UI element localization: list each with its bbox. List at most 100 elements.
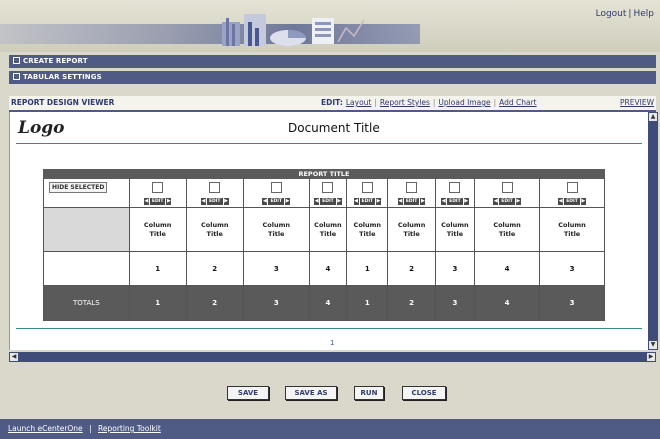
column-total: 2 (388, 285, 435, 320)
move-left-icon[interactable]: ◀ (143, 197, 149, 205)
column-edit-button[interactable]: EDIT (359, 197, 376, 205)
column-edit-cell: ◀ EDIT ▶ (435, 195, 475, 207)
move-right-icon[interactable]: ▶ (336, 197, 342, 205)
column-edit-cell: ◀ EDIT ▶ (243, 195, 309, 207)
column-select-checkbox[interactable] (270, 181, 282, 193)
move-left-icon[interactable]: ◀ (558, 197, 564, 205)
move-left-icon[interactable]: ◀ (353, 197, 359, 205)
scroll-right-arrow-icon[interactable]: ▶ (647, 353, 655, 361)
move-right-icon[interactable]: ▶ (580, 197, 586, 205)
report-column: ◀ EDIT ▶ Column Title 2 2 (185, 179, 243, 320)
save-as-button[interactable]: SAVE AS (285, 386, 337, 400)
column-select-cell (475, 179, 540, 195)
move-left-icon[interactable]: ◀ (314, 197, 320, 205)
report-column: ◀ EDIT ▶ Column Title 3 3 (434, 179, 475, 320)
move-left-icon[interactable]: ◀ (397, 197, 403, 205)
column-edit-button[interactable]: EDIT (268, 197, 285, 205)
move-right-icon[interactable]: ▶ (420, 197, 426, 205)
column-edit-button[interactable]: EDIT (499, 197, 515, 205)
column-title-line2: Title (268, 229, 285, 238)
scroll-down-arrow-icon[interactable]: ▼ (649, 341, 657, 349)
column-total: 4 (309, 285, 347, 320)
column-select-checkbox[interactable] (209, 181, 221, 193)
report-styles-link[interactable]: Report Styles (380, 98, 430, 107)
move-left-icon[interactable]: ◀ (493, 197, 499, 205)
report-column: ◀ EDIT ▶ Column Title 3 3 (242, 179, 309, 320)
column-title[interactable]: Column Title (435, 207, 475, 251)
column-title[interactable]: Column Title (186, 207, 243, 251)
page-number: 1 (330, 339, 335, 347)
close-button[interactable]: CLOSE (402, 386, 446, 400)
column-select-checkbox[interactable] (322, 181, 334, 193)
column-title-line1: Column (493, 220, 521, 229)
layout-link[interactable]: Layout (346, 98, 372, 107)
move-right-icon[interactable]: ▶ (515, 197, 521, 205)
column-title[interactable]: Column Title (243, 207, 309, 251)
logo[interactable]: Logo (18, 118, 65, 138)
column-total: 1 (347, 285, 388, 320)
column-select-checkbox[interactable] (566, 181, 578, 193)
column-select-cell (309, 179, 347, 195)
column-select-checkbox[interactable] (361, 181, 373, 193)
save-button[interactable]: SAVE (227, 386, 269, 400)
scroll-left-arrow-icon[interactable]: ◀ (10, 353, 18, 361)
column-title[interactable]: Column Title (347, 207, 388, 251)
column-title[interactable]: Column Title (129, 207, 186, 251)
column-edit-button[interactable]: EDIT (403, 197, 420, 205)
move-left-icon[interactable]: ◀ (200, 197, 206, 205)
column-value: 3 (435, 251, 475, 285)
document-title[interactable]: Document Title (288, 121, 380, 135)
move-right-icon[interactable]: ▶ (463, 197, 469, 205)
reporting-toolkit-link[interactable]: Reporting Toolkit (98, 424, 161, 433)
column-select-checkbox[interactable] (152, 181, 164, 193)
footer-divider (16, 328, 642, 329)
move-right-icon[interactable]: ▶ (285, 197, 291, 205)
column-edit-button[interactable]: EDIT (447, 197, 463, 205)
column-title-line2: Title (403, 229, 420, 238)
column-select-checkbox[interactable] (501, 181, 513, 193)
column-edit-button[interactable]: EDIT (206, 197, 223, 205)
hide-selected-button[interactable]: HIDE SELECTED (49, 182, 108, 193)
create-report-bar[interactable]: CREATE REPORT (9, 55, 656, 68)
column-select-checkbox[interactable] (406, 181, 418, 193)
column-title[interactable]: Column Title (309, 207, 347, 251)
column-title[interactable]: Column Title (540, 207, 604, 251)
column-edit-cell: ◀ EDIT ▶ (129, 195, 186, 207)
column-edit-button[interactable]: EDIT (149, 197, 166, 205)
launch-ecenterone-link[interactable]: Launch eCenterOne (8, 424, 83, 433)
column-title-line1: Column (314, 220, 342, 229)
move-left-icon[interactable]: ◀ (262, 197, 268, 205)
column-title-line2: Title (498, 229, 516, 238)
column-edit-control: ◀ EDIT ▶ (262, 197, 291, 205)
run-button[interactable]: RUN (354, 386, 384, 400)
column-title-line1: Column (200, 220, 229, 229)
help-link[interactable]: Help (633, 9, 654, 19)
column-edit-button[interactable]: EDIT (320, 197, 336, 205)
move-left-icon[interactable]: ◀ (441, 197, 447, 205)
add-chart-link[interactable]: Add Chart (499, 98, 537, 107)
move-right-icon[interactable]: ▶ (376, 197, 382, 205)
column-total: 2 (186, 285, 243, 320)
column-edit-button[interactable]: EDIT (564, 197, 580, 205)
column-select-checkbox[interactable] (449, 181, 461, 193)
column-title-line2: Title (149, 229, 166, 238)
vertical-scrollbar[interactable]: ▲ ▼ (648, 112, 658, 350)
preview-link[interactable]: PREVIEW (620, 98, 654, 107)
logout-link[interactable]: Logout (596, 9, 627, 19)
move-right-icon[interactable]: ▶ (166, 197, 172, 205)
scroll-up-arrow-icon[interactable]: ▲ (649, 113, 657, 121)
expand-icon (13, 56, 20, 64)
column-total: 3 (243, 285, 309, 320)
horizontal-scrollbar[interactable]: ◀ ▶ (9, 352, 656, 362)
report-grid: HIDE SELECTED TOTALS ◀ EDIT ▶ Column Title 1 1… (43, 179, 605, 320)
edit-menu: EDIT: Layout | Report Styles | Upload Image | A… (321, 98, 537, 107)
column-edit-control: ◀ EDIT ▶ (397, 197, 426, 205)
column-edit-cell: ◀ EDIT ▶ (475, 195, 540, 207)
tabular-settings-bar[interactable]: TABULAR SETTINGS (9, 71, 656, 84)
column-title[interactable]: Column Title (475, 207, 540, 251)
column-edit-cell: ◀ EDIT ▶ (309, 195, 347, 207)
move-right-icon[interactable]: ▶ (223, 197, 229, 205)
upload-image-link[interactable]: Upload Image (438, 98, 490, 107)
column-title[interactable]: Column Title (388, 207, 435, 251)
report-title[interactable]: REPORT TITLE (43, 169, 605, 179)
